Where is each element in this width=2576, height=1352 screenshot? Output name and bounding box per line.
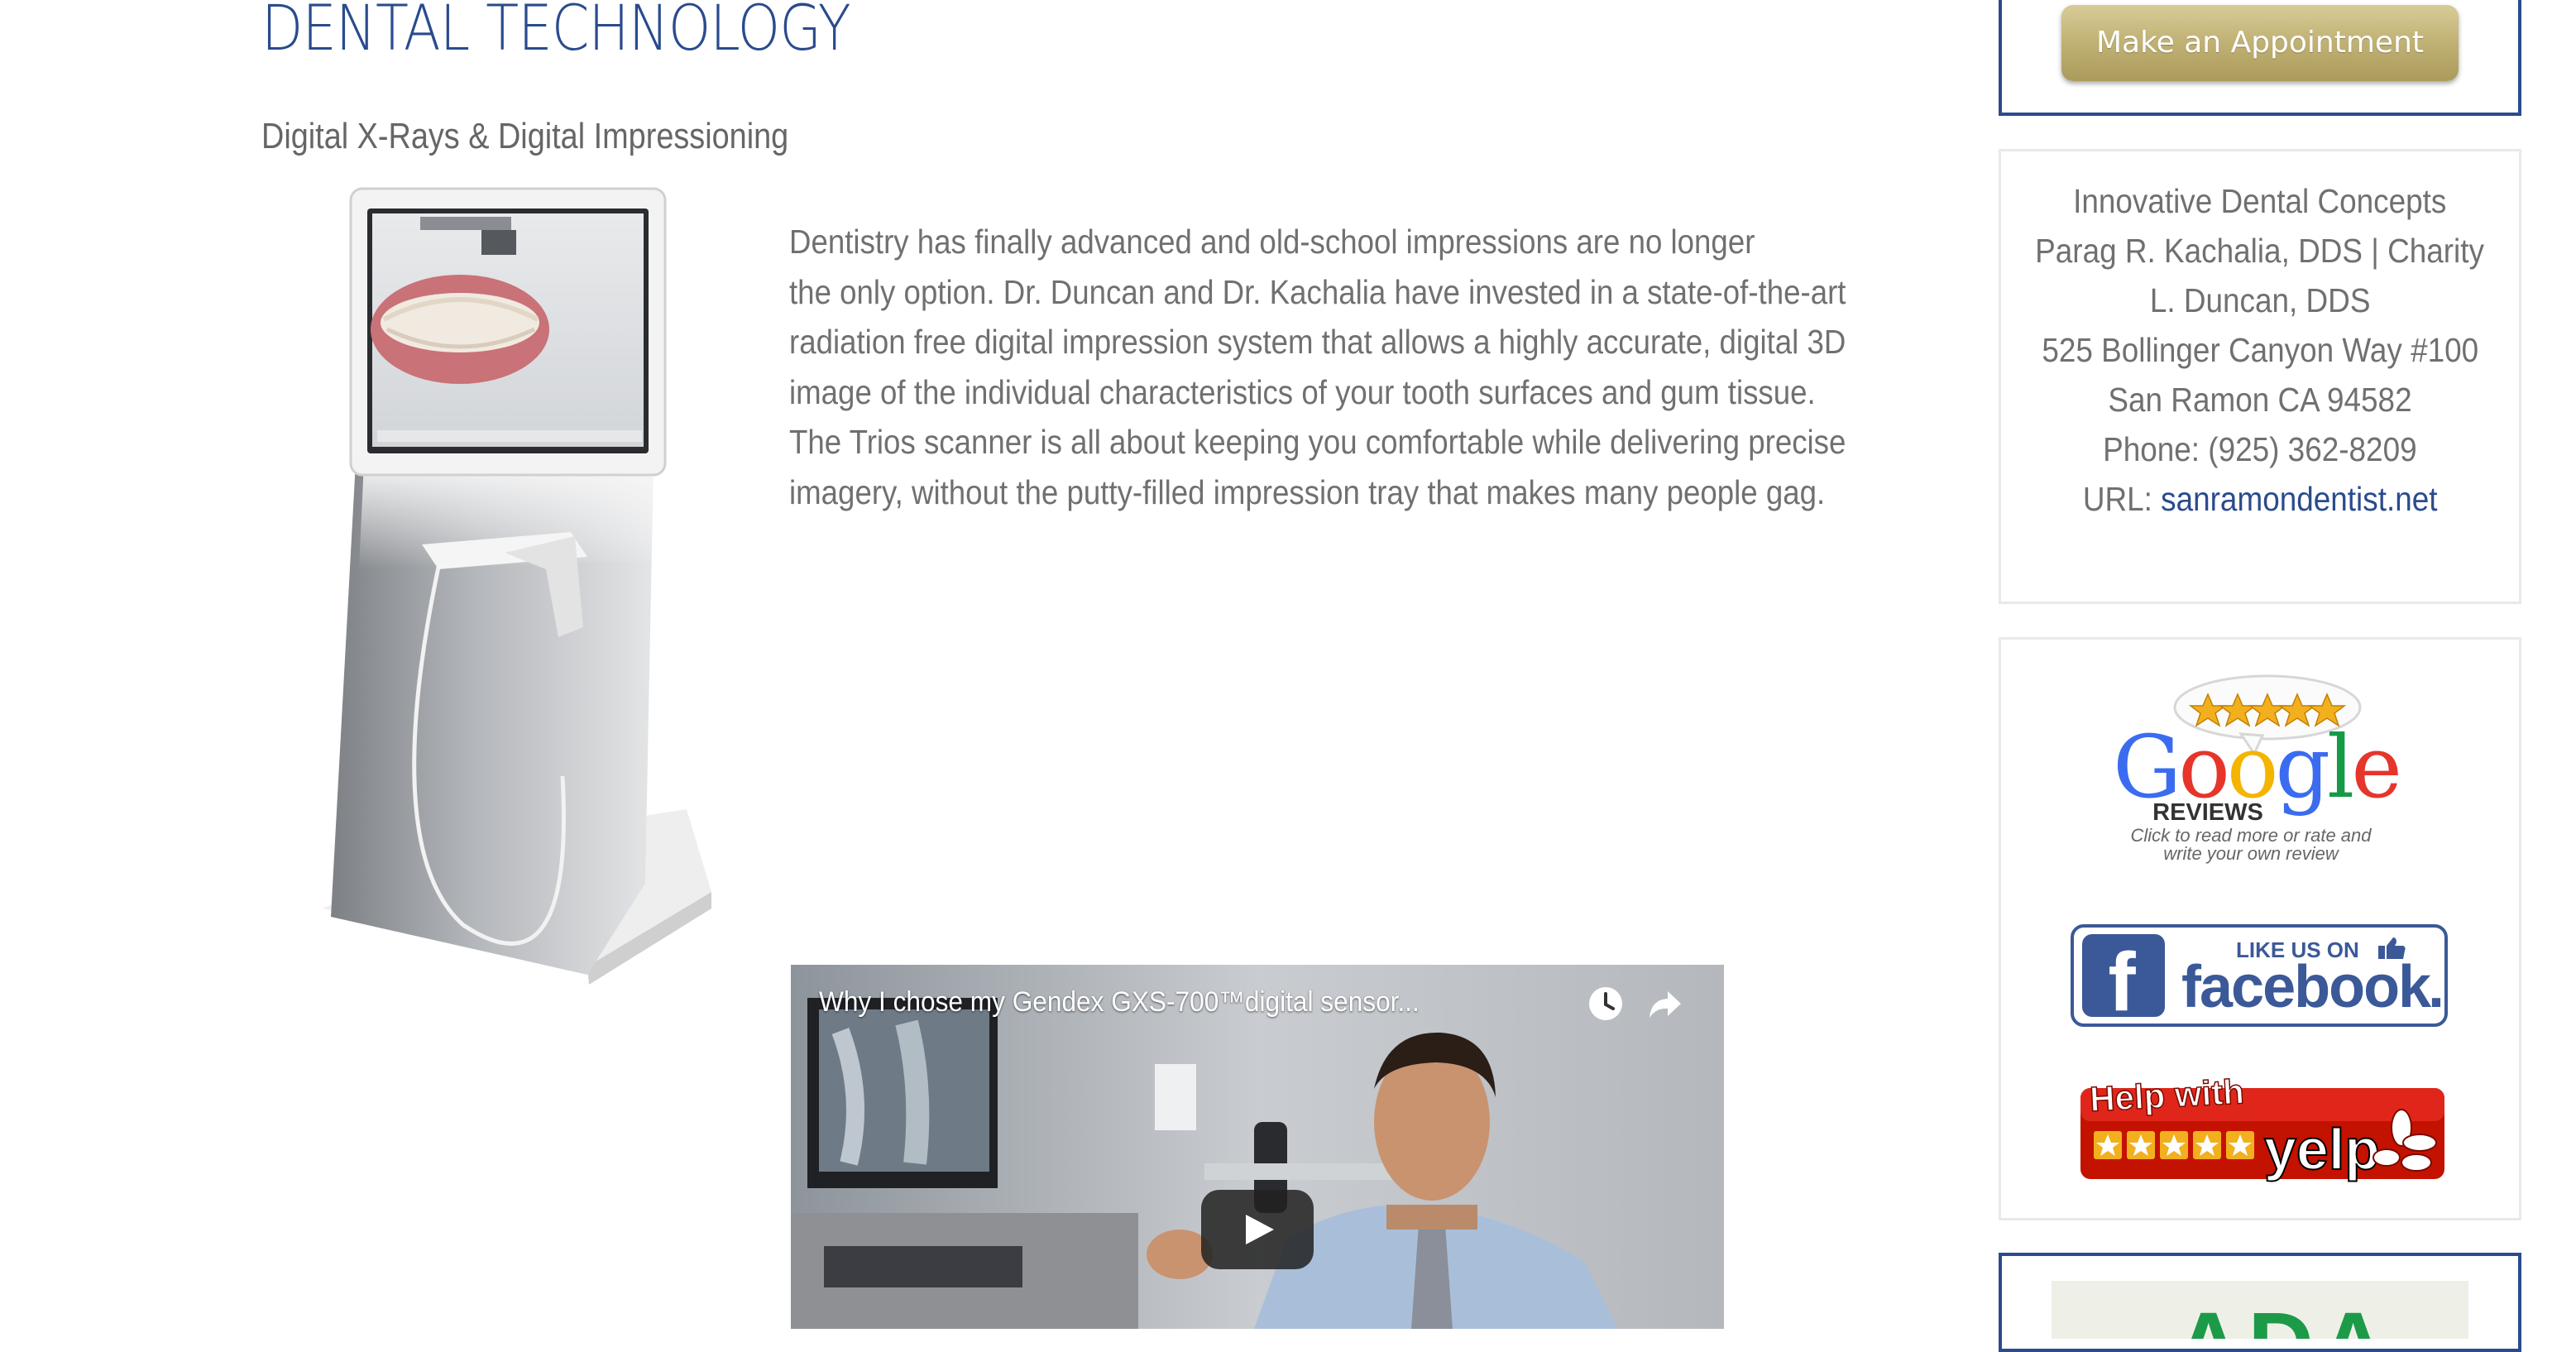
paragraph-line: image of the individual characteristics … xyxy=(789,372,1816,411)
phone-number: Phone: (925) 362-8209 xyxy=(2103,430,2417,468)
trios-scanner-image xyxy=(323,187,711,985)
svg-text:REVIEWS: REVIEWS xyxy=(2152,799,2263,826)
paragraph-line: imagery, without the putty-filled impres… xyxy=(789,472,1826,511)
yelp-badge[interactable]: Help with yelp xyxy=(2077,1070,2448,1186)
ada-logo-text: ADA xyxy=(2176,1292,2392,1339)
svg-text:yelp: yelp xyxy=(2264,1117,2380,1182)
city-state-zip: San Ramon CA 94582 xyxy=(2108,381,2412,419)
page-title: DENTAL TECHNOLOGY xyxy=(261,0,851,65)
clock-icon[interactable] xyxy=(1583,981,1628,1026)
share-arrow-icon[interactable] xyxy=(1643,981,1688,1026)
video-embed[interactable]: Why I chose my Gendex GXS-700™digital se… xyxy=(791,965,1724,1329)
svg-text:facebook: facebook xyxy=(2181,954,2432,1020)
facebook-f-icon: f xyxy=(2108,936,2136,1027)
ada-logo[interactable]: ADA xyxy=(2052,1281,2468,1339)
svg-text:write your own review: write your own review xyxy=(2163,843,2340,864)
paragraph-line: radiation free digital impression system… xyxy=(789,323,1846,361)
doctor-names-cont: L. Duncan, DDS xyxy=(2149,281,2371,319)
body-paragraph: Dentistry has finally advanced and old-s… xyxy=(789,217,1939,517)
facebook-badge[interactable]: f LIKE US ON facebook . xyxy=(2071,924,2448,1027)
paragraph-line: the only option. Dr. Duncan and Dr. Kach… xyxy=(789,272,1846,311)
website-link[interactable]: sanramondentist.net xyxy=(2161,480,2437,518)
section-subtitle: Digital X-Rays & Digital Impressioning xyxy=(261,116,789,156)
reviews-box: Google REVIEWS Click to read more or rat… xyxy=(1999,637,2521,1220)
url-label: URL: xyxy=(2082,480,2161,518)
appointment-widget: Make an Appointment xyxy=(1999,0,2521,116)
play-icon xyxy=(1246,1215,1274,1244)
website-line: URL: sanramondentist.net xyxy=(2001,474,2519,524)
doctor-names: Parag R. Kachalia, DDS | Charity xyxy=(2035,232,2485,270)
paragraph-line: The Trios scanner is all about keeping y… xyxy=(789,423,1846,461)
practice-name: Innovative Dental Concepts xyxy=(2073,182,2447,220)
svg-text:Help with: Help with xyxy=(2089,1072,2245,1119)
paragraph-line: Dentistry has finally advanced and old-s… xyxy=(789,223,1755,261)
play-button[interactable] xyxy=(1201,1190,1314,1269)
video-title[interactable]: Why I chose my Gendex GXS-700™digital se… xyxy=(819,986,1420,1019)
ada-badge-box: ADA xyxy=(1999,1253,2521,1352)
google-reviews-badge[interactable]: Google REVIEWS Click to read more or rat… xyxy=(2109,671,2406,870)
svg-text:.: . xyxy=(2428,954,2444,1020)
make-appointment-button[interactable]: Make an Appointment xyxy=(2061,5,2459,81)
contact-info-box: Innovative Dental Concepts Parag R. Kach… xyxy=(1999,149,2521,604)
street-address: 525 Bollinger Canyon Way #100 xyxy=(2042,331,2478,369)
